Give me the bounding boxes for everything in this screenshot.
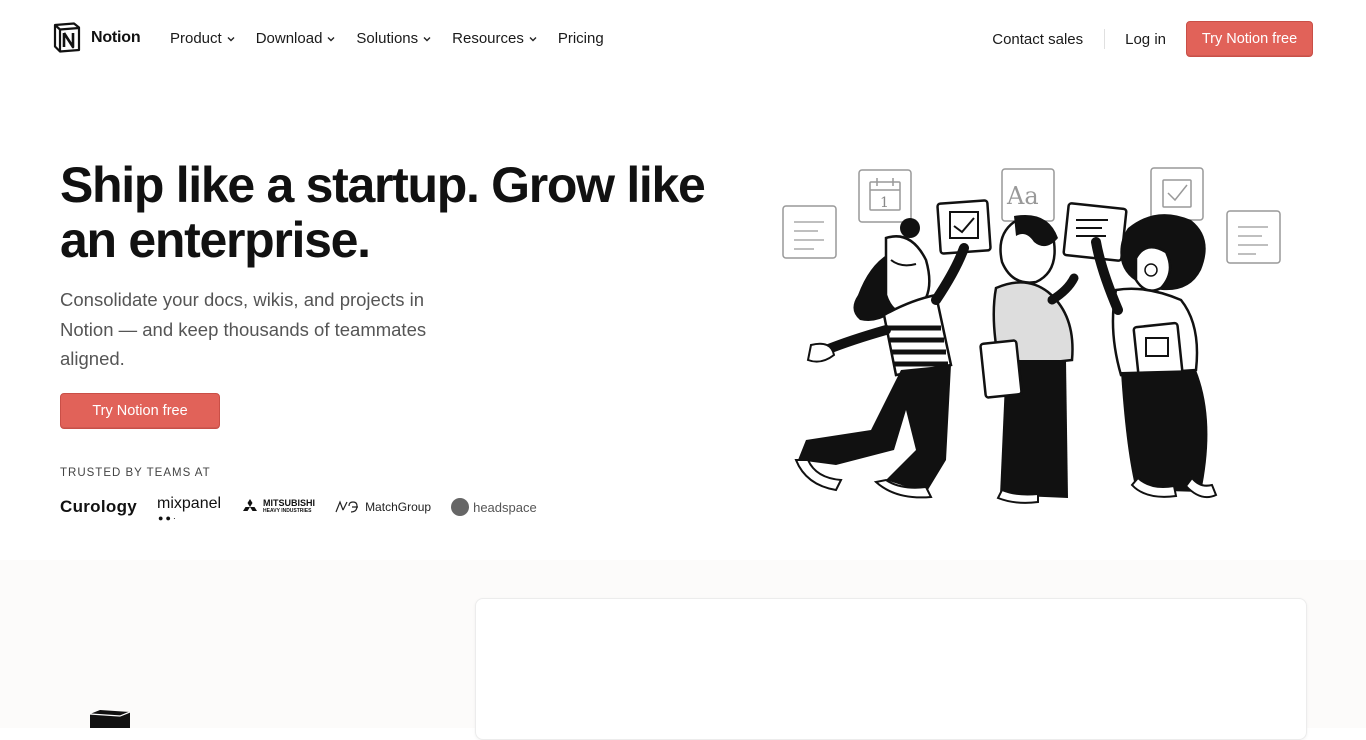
nav-pricing-label: Pricing bbox=[557, 30, 604, 47]
contact-sales-link[interactable]: Contact sales bbox=[992, 31, 1083, 48]
chevron-down-icon bbox=[327, 36, 335, 41]
mitsubishi-logo: MITSUBISHI HEAVY INDUSTRIES bbox=[241, 499, 315, 515]
person-middle-figure bbox=[979, 214, 1079, 504]
login-link[interactable]: Log in bbox=[1125, 31, 1166, 48]
customer-logos: Curology mixpanel ●●· MITSUBISHI HEAVY I… bbox=[60, 492, 557, 523]
nav-product[interactable]: Product bbox=[170, 30, 235, 47]
matchgroup-logo: MatchGroup bbox=[335, 500, 431, 514]
nav-resources[interactable]: Resources bbox=[452, 30, 537, 47]
header-actions: Contact sales Log in Try Notion free bbox=[992, 21, 1313, 57]
hero-subtitle: Consolidate your docs, wikis, and projec… bbox=[60, 289, 427, 369]
chevron-down-icon bbox=[227, 36, 235, 41]
header-divider bbox=[1104, 29, 1106, 49]
headspace-logo-text: headspace bbox=[473, 499, 537, 515]
try-notion-free-button-hero[interactable]: Try Notion free bbox=[60, 393, 220, 429]
chevron-down-icon bbox=[529, 36, 537, 41]
mixpanel-dots-icon: ●●· bbox=[158, 513, 178, 523]
mitsubishi-diamonds-icon bbox=[243, 499, 258, 511]
headspace-circle-icon bbox=[451, 498, 470, 516]
hero-title: Ship like a startup. Grow like an enterp… bbox=[60, 157, 706, 268]
matchgroup-logo-text: MatchGroup bbox=[365, 500, 432, 514]
mixpanel-logo-text: mixpanel bbox=[157, 495, 222, 512]
doc-card-right-icon bbox=[1226, 210, 1281, 264]
notion-logo[interactable]: Notion bbox=[52, 22, 141, 53]
hero-illustration: 1 Aa bbox=[782, 167, 1281, 504]
mitsubishi-logo-subtext: HEAVY INDUSTRIES bbox=[263, 508, 312, 514]
top-navigation: Notion Product Download Solutions Resour… bbox=[0, 0, 1366, 78]
trusted-by-label: TRUSTED BY TEAMS AT bbox=[60, 467, 211, 479]
nav-solutions-label: Solutions bbox=[356, 30, 419, 47]
svg-text:Aa: Aa bbox=[1006, 182, 1039, 210]
matchgroup-mark-icon bbox=[335, 500, 359, 513]
nav-pricing[interactable]: Pricing bbox=[558, 30, 604, 47]
brand-name: Notion bbox=[91, 28, 141, 46]
nav-download[interactable]: Download bbox=[256, 30, 336, 47]
nav-solutions[interactable]: Solutions bbox=[356, 30, 431, 47]
product-preview-card bbox=[475, 598, 1307, 740]
nav-download-label: Download bbox=[255, 30, 323, 47]
mitsubishi-logo-text: MITSUBISHI bbox=[263, 498, 316, 508]
svg-text:1: 1 bbox=[880, 195, 889, 211]
notion-logo-icon bbox=[53, 22, 81, 53]
calendar-card-icon: 1 bbox=[858, 169, 912, 223]
mixpanel-logo: mixpanel ●●· bbox=[157, 495, 222, 523]
chevron-down-icon bbox=[423, 36, 431, 41]
cube-icon bbox=[89, 710, 131, 728]
headspace-logo: headspace bbox=[451, 498, 537, 516]
text-style-card-icon: Aa bbox=[1001, 168, 1055, 222]
doc-card-left-icon bbox=[782, 205, 837, 259]
curology-logo: Curology bbox=[60, 497, 138, 516]
try-notion-free-button-header[interactable]: Try Notion free bbox=[1186, 21, 1313, 57]
nav-resources-label: Resources bbox=[452, 30, 524, 47]
nav-product-label: Product bbox=[170, 30, 222, 47]
checkbox-card-icon bbox=[1150, 167, 1204, 221]
main-nav: Product Download Solutions Resources Pri… bbox=[170, 30, 625, 47]
person-left-figure bbox=[794, 218, 969, 499]
